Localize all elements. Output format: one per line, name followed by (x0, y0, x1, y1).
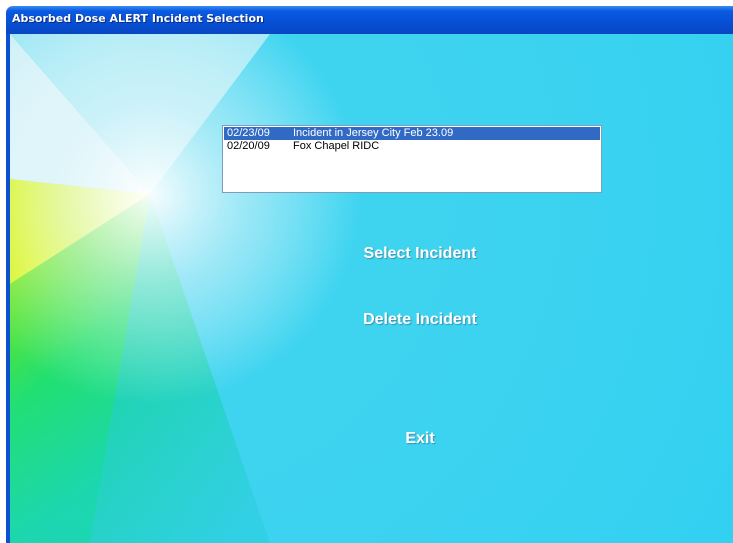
exit-button[interactable]: Exit (380, 430, 460, 448)
window-title: Absorbed Dose ALERT Incident Selection (12, 12, 264, 25)
select-incident-button[interactable]: Select Incident (340, 245, 500, 263)
delete-incident-button[interactable]: Delete Incident (340, 311, 500, 329)
title-bar[interactable]: Absorbed Dose ALERT Incident Selection (6, 6, 733, 34)
incident-list-item[interactable]: 02/23/09 Incident in Jersey City Feb 23.… (224, 127, 600, 140)
incident-list-item[interactable]: 02/20/09 Fox Chapel RIDC (224, 140, 600, 153)
incident-date: 02/23/09 (227, 127, 270, 139)
incident-name: Fox Chapel RIDC (293, 140, 380, 152)
incident-date: 02/20/09 (227, 140, 270, 152)
incident-name: Incident in Jersey City Feb 23.09 (293, 127, 454, 139)
client-area: 02/23/09 Incident in Jersey City Feb 23.… (10, 34, 733, 543)
incident-listbox[interactable]: 02/23/09 Incident in Jersey City Feb 23.… (222, 125, 602, 193)
gradient-background (10, 34, 733, 543)
incident-selection-window: Absorbed Dose ALERT Incident Selection 0… (0, 0, 733, 543)
